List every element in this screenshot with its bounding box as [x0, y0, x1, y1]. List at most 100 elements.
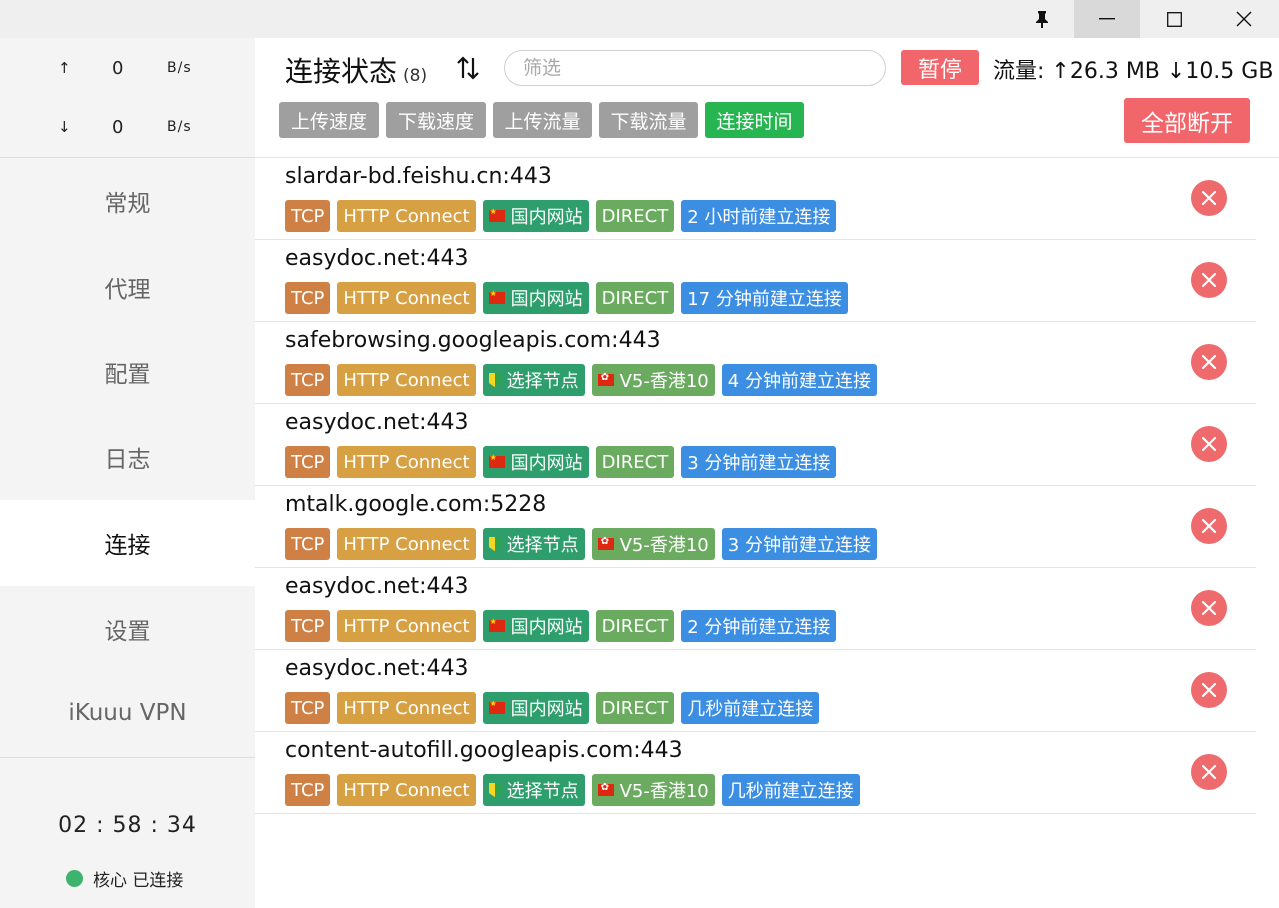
connected-time-tag-label: 17 分钟前建立连接 — [687, 289, 842, 310]
sort-download-traffic-button[interactable]: 下载流量 — [599, 102, 698, 138]
china-flag-icon — [488, 289, 505, 304]
core-status: 核心 已连接 — [66, 866, 183, 891]
type-tag-label: HTTP Connect — [343, 451, 470, 473]
connections-panel: 连接状态(8) 暂停 流量: ↑26.3 MB ↓10.5 GB 上传速度 下载… — [255, 38, 1279, 908]
connection-host: safebrowsing.googleapis.com:443 — [285, 328, 661, 353]
rule-group-tag: 选择节点 — [482, 364, 585, 396]
pause-button[interactable]: 暂停 — [901, 50, 979, 85]
connection-row: easydoc.net:443 TCP HTTP Connect 国内网站 DIRECT… — [255, 404, 1256, 486]
type-tag: HTTP Connect — [337, 200, 476, 232]
proxy-node-tag: V5-香港10 — [591, 774, 715, 806]
connected-time-tag-label: 4 分钟前建立连接 — [727, 371, 871, 392]
network-tag-label: TCP — [291, 615, 325, 637]
type-tag-label: HTTP Connect — [343, 779, 470, 801]
type-tag-label: HTTP Connect — [343, 533, 470, 555]
sidebar-divider — [0, 757, 255, 758]
china-flag-icon — [488, 699, 505, 714]
proxy-node-tag: DIRECT — [595, 446, 675, 478]
sidebar-item-general[interactable]: 常规 — [0, 158, 255, 244]
page-title: 连接状态 (8) — [285, 50, 427, 90]
connection-host: slardar-bd.feishu.cn:443 — [285, 164, 552, 189]
proxy-node-tag-label: DIRECT — [601, 697, 669, 719]
sidebar-item-logs[interactable]: 日志 — [0, 414, 255, 500]
sidebar-item-settings[interactable]: 设置 — [0, 586, 255, 672]
download-speed: ↓ 0 B/s — [0, 112, 255, 142]
pin-icon[interactable] — [1022, 0, 1062, 38]
network-tag: TCP — [285, 610, 331, 642]
connected-time-tag: 2 分钟前建立连接 — [681, 610, 837, 642]
disconnect-all-button[interactable]: 全部断开 — [1124, 98, 1250, 143]
proxy-node-tag-label: V5-香港10 — [619, 535, 709, 556]
network-tag-label: TCP — [291, 697, 325, 719]
sidebar-item-proxy[interactable]: 代理 — [0, 244, 255, 330]
type-tag: HTTP Connect — [337, 282, 476, 314]
connection-host: easydoc.net:443 — [285, 656, 469, 681]
sidebar-item-ikuuu-vpn[interactable]: iKuuu VPN — [0, 670, 255, 756]
close-connection-icon[interactable] — [1191, 180, 1227, 216]
status-dot-icon — [66, 870, 83, 887]
connection-host: content-autofill.googleapis.com:443 — [285, 738, 683, 763]
maximize-icon[interactable] — [1140, 0, 1208, 38]
rule-group-tag-label: 国内网站 — [510, 207, 583, 228]
connection-host: easydoc.net:443 — [285, 410, 469, 435]
close-connection-icon[interactable] — [1191, 590, 1227, 626]
type-tag: HTTP Connect — [337, 610, 476, 642]
rule-group-tag-label: 选择节点 — [506, 535, 579, 556]
close-connection-icon[interactable] — [1191, 672, 1227, 708]
filter-input[interactable] — [504, 50, 886, 86]
type-tag-label: HTTP Connect — [343, 615, 470, 637]
proxy-node-tag: DIRECT — [595, 610, 675, 642]
proxy-node-tag: DIRECT — [595, 692, 675, 724]
connection-tags: TCP HTTP Connect 选择节点 V5-香港10 4 分钟前建立连接 — [285, 364, 877, 396]
sort-toggle-icon[interactable] — [455, 54, 481, 82]
network-tag: TCP — [285, 692, 331, 724]
core-status-label: 核心 已连接 — [93, 871, 184, 891]
connected-time-tag: 3 分钟前建立连接 — [721, 528, 877, 560]
uptime-clock: 02 : 58 : 34 — [58, 813, 197, 838]
close-connection-icon[interactable] — [1191, 344, 1227, 380]
minimize-icon[interactable] — [1074, 0, 1140, 38]
sidebar-item-profiles[interactable]: 配置 — [0, 329, 255, 415]
sidebar-item-connections[interactable]: 连接 — [0, 500, 255, 586]
connected-time-tag: 几秒前建立连接 — [681, 692, 820, 724]
hong-kong-flag-icon — [597, 782, 614, 796]
connection-tags: TCP HTTP Connect 国内网站 DIRECT 几秒前建立连接 — [285, 692, 820, 724]
connected-time-tag-label: 几秒前建立连接 — [687, 699, 814, 720]
china-flag-icon — [488, 617, 505, 632]
network-tag-label: TCP — [291, 779, 325, 801]
connection-tags: TCP HTTP Connect 国内网站 DIRECT 17 分钟前建立连接 — [285, 282, 848, 314]
rule-group-tag: 选择节点 — [482, 774, 585, 806]
connected-time-tag-label: 3 分钟前建立连接 — [727, 535, 871, 556]
type-tag: HTTP Connect — [337, 364, 476, 396]
close-connection-icon[interactable] — [1191, 754, 1227, 790]
connection-row: mtalk.google.com:5228 TCP HTTP Connect 选择节点… — [255, 486, 1256, 568]
sort-connection-time-button[interactable]: 连接时间 — [705, 102, 804, 138]
proxy-node-tag-label: DIRECT — [601, 205, 669, 227]
rule-group-tag: 国内网站 — [482, 282, 589, 314]
connected-time-tag: 3 分钟前建立连接 — [681, 446, 837, 478]
connection-host: mtalk.google.com:5228 — [285, 492, 547, 517]
proxy-node-tag-label: DIRECT — [601, 615, 669, 637]
type-tag-label: HTTP Connect — [343, 287, 470, 309]
close-icon[interactable] — [1208, 0, 1279, 38]
rule-group-tag: 国内网站 — [482, 610, 589, 642]
rule-group-tag-label: 国内网站 — [510, 453, 583, 474]
hong-kong-flag-icon — [597, 372, 614, 386]
sidebar: ↑ 0 B/s ↓ 0 B/s 常规 代理 配置 日志 连接 设置 iKuuu … — [0, 38, 255, 908]
close-connection-icon[interactable] — [1191, 508, 1227, 544]
close-connection-icon[interactable] — [1191, 426, 1227, 462]
rule-group-tag: 国内网站 — [482, 692, 589, 724]
network-tag-label: TCP — [291, 451, 325, 473]
sort-upload-traffic-button[interactable]: 上传流量 — [493, 102, 592, 138]
connected-time-tag: 17 分钟前建立连接 — [681, 282, 848, 314]
close-connection-icon[interactable] — [1191, 262, 1227, 298]
connection-tags: TCP HTTP Connect 国内网站 DIRECT 2 分钟前建立连接 — [285, 610, 837, 642]
window-titlebar — [0, 0, 1279, 38]
sort-upload-speed-button[interactable]: 上传速度 — [279, 102, 379, 138]
network-tag: TCP — [285, 446, 331, 478]
network-tag: TCP — [285, 528, 331, 560]
rule-group-tag: 国内网站 — [482, 200, 589, 232]
download-speed-value: 0 — [112, 116, 124, 138]
sort-download-speed-button[interactable]: 下载速度 — [386, 102, 486, 138]
connected-time-tag-label: 几秒前建立连接 — [727, 781, 854, 802]
